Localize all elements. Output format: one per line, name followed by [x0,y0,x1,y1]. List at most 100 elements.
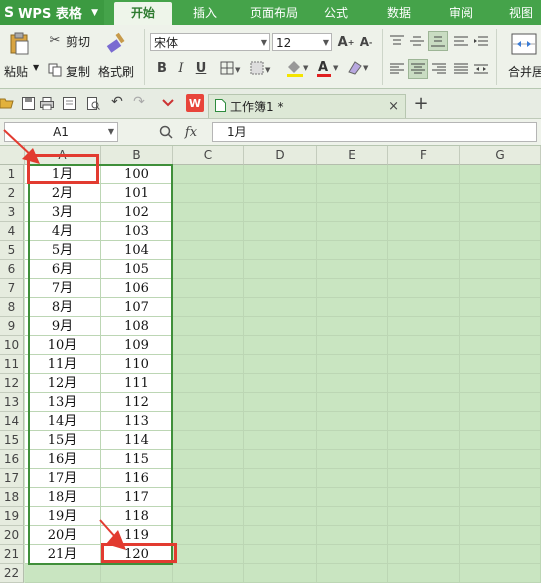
cell-a7[interactable]: 7月 [25,279,101,298]
cell-f18[interactable] [388,488,460,507]
cell-e16[interactable] [317,450,388,469]
row-header[interactable]: 8 [0,298,24,317]
cell-d17[interactable] [244,469,317,488]
paste-dropdown-icon[interactable]: ▼ [33,63,39,72]
cell-g12[interactable] [460,374,541,393]
cell-e17[interactable] [317,469,388,488]
distribute-icon[interactable] [472,61,490,77]
cell-g1[interactable] [460,165,541,184]
cell-d2[interactable] [244,184,317,203]
tab-review[interactable]: 审阅 [434,2,488,25]
cell-e5[interactable] [317,241,388,260]
cell-d8[interactable] [244,298,317,317]
cell-b3[interactable]: 102 [101,203,173,222]
cell-a12[interactable]: 12月 [25,374,101,393]
row-header[interactable]: 6 [0,260,24,279]
cell-g4[interactable] [460,222,541,241]
cell-b6[interactable]: 105 [101,260,173,279]
cell-d3[interactable] [244,203,317,222]
cell-e7[interactable] [317,279,388,298]
cell-f2[interactable] [388,184,460,203]
cell-d7[interactable] [244,279,317,298]
save-icon[interactable] [21,95,35,111]
font-family-select[interactable]: 宋体 ▼ [150,33,270,51]
cell-a20[interactable]: 20月 [25,526,101,545]
fill-color-icon[interactable]: ▼ [284,57,310,79]
cell-c22[interactable] [173,564,244,583]
format-painter-button[interactable]: 格式刷 [98,63,134,80]
bold-button[interactable]: B [154,59,170,77]
row-header[interactable]: 22 [0,564,24,583]
align-bottom-icon[interactable] [428,31,448,51]
row-header[interactable]: 11 [0,355,24,374]
cell-d1[interactable] [244,165,317,184]
cell-d13[interactable] [244,393,317,412]
cell-f17[interactable] [388,469,460,488]
cell-c8[interactable] [173,298,244,317]
copy-button[interactable]: 复制 [66,63,90,80]
cell-g10[interactable] [460,336,541,355]
cell-c9[interactable] [173,317,244,336]
fx-icon[interactable]: fx [180,123,202,141]
cell-e20[interactable] [317,526,388,545]
cell-a5[interactable]: 5月 [25,241,101,260]
cell-d9[interactable] [244,317,317,336]
cell-a8[interactable]: 8月 [25,298,101,317]
cell-a6[interactable]: 6月 [25,260,101,279]
cell-g9[interactable] [460,317,541,336]
row-header[interactable]: 14 [0,412,24,431]
close-icon[interactable]: × [388,99,399,114]
row-header[interactable]: 15 [0,431,24,450]
cell-b8[interactable]: 107 [101,298,173,317]
cell-a2[interactable]: 2月 [25,184,101,203]
cell-e6[interactable] [317,260,388,279]
cell-g6[interactable] [460,260,541,279]
cell-c3[interactable] [173,203,244,222]
cell-b9[interactable]: 108 [101,317,173,336]
cell-e21[interactable] [317,545,388,564]
cell-d6[interactable] [244,260,317,279]
row-header[interactable]: 10 [0,336,24,355]
zoom-icon[interactable] [158,123,174,141]
cell-b17[interactable]: 116 [101,469,173,488]
tab-data[interactable]: 数据 [372,2,426,25]
cell-b2[interactable]: 101 [101,184,173,203]
justify-icon[interactable] [452,61,470,77]
cell-e1[interactable] [317,165,388,184]
cell-c4[interactable] [173,222,244,241]
cell-e8[interactable] [317,298,388,317]
cell-d18[interactable] [244,488,317,507]
cell-a17[interactable]: 17月 [25,469,101,488]
cell-d12[interactable] [244,374,317,393]
column-header-d[interactable]: D [244,146,317,165]
document-tab[interactable]: 工作簿1 * × [208,94,406,118]
indent-icon[interactable] [472,33,490,49]
cell-g16[interactable] [460,450,541,469]
cell-c20[interactable] [173,526,244,545]
cell-g13[interactable] [460,393,541,412]
cell-b15[interactable]: 114 [101,431,173,450]
tab-insert[interactable]: 插入 [176,2,234,25]
wps-icon[interactable]: W [186,94,204,112]
cell-f9[interactable] [388,317,460,336]
font-grow-icon[interactable]: A + [338,33,355,51]
cell-f7[interactable] [388,279,460,298]
tab-page-layout[interactable]: 页面布局 [238,2,310,25]
print-icon[interactable] [40,95,54,111]
cell-a21[interactable]: 21月 [25,545,101,564]
cell-e18[interactable] [317,488,388,507]
cell-c15[interactable] [173,431,244,450]
cell-f19[interactable] [388,507,460,526]
cell-e12[interactable] [317,374,388,393]
cell-e11[interactable] [317,355,388,374]
cell-f15[interactable] [388,431,460,450]
borders-icon[interactable]: ▼ [218,59,244,77]
cell-c21[interactable] [173,545,244,564]
cell-e9[interactable] [317,317,388,336]
cell-d20[interactable] [244,526,317,545]
cell-a22[interactable] [25,564,101,583]
cell-f8[interactable] [388,298,460,317]
cell-f14[interactable] [388,412,460,431]
cell-e3[interactable] [317,203,388,222]
cell-d11[interactable] [244,355,317,374]
